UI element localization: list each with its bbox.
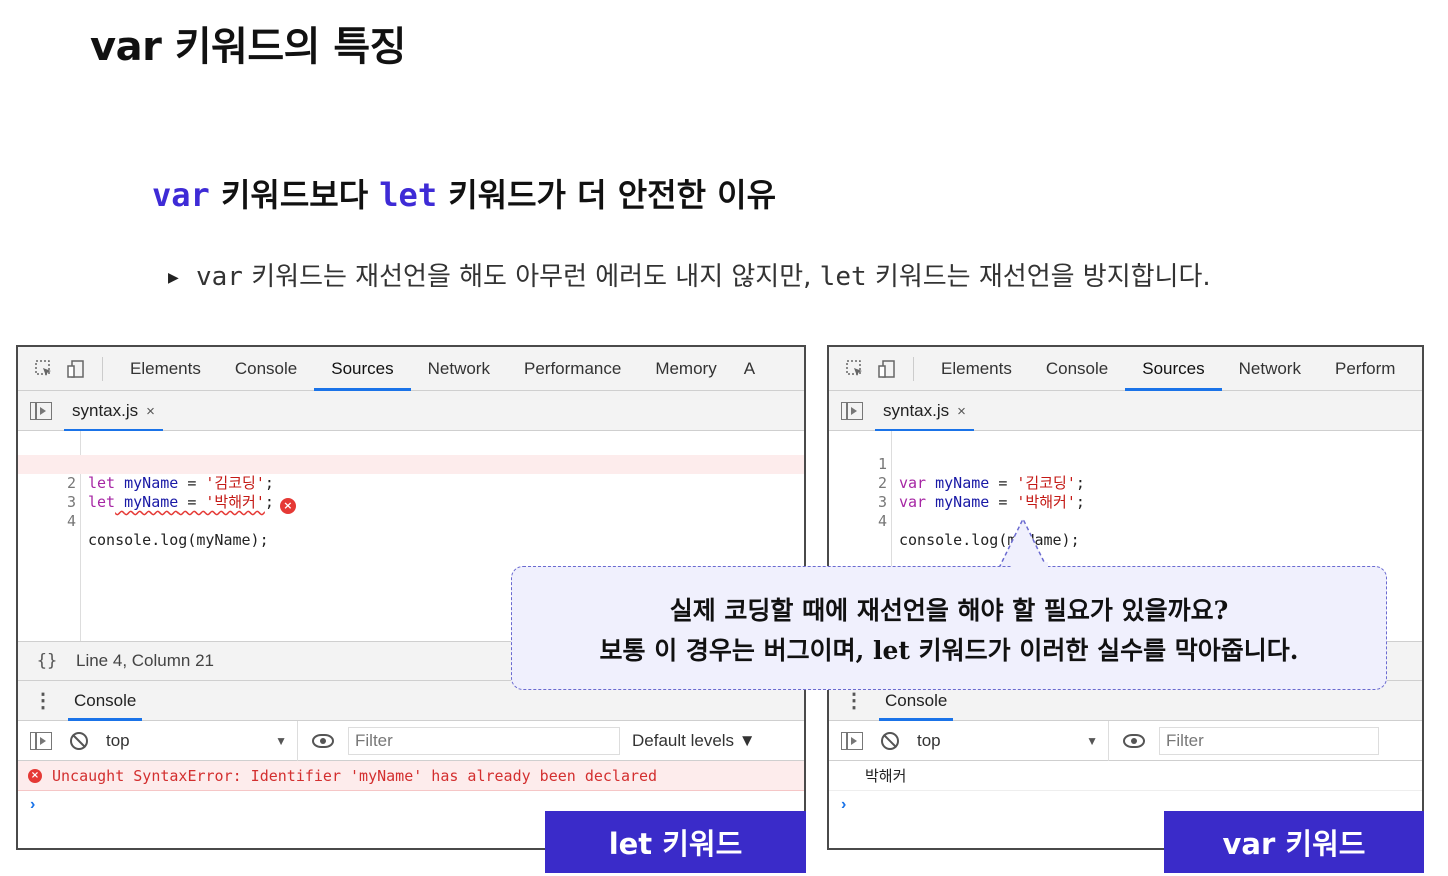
subtitle-text-end: 키워드가 더 안전한 이유 [437, 176, 777, 214]
code-line: 2 var myName = '박해커'; [829, 455, 1422, 511]
context-value: top [917, 730, 941, 750]
filter-input[interactable]: Filter [1159, 726, 1379, 755]
more-options-icon[interactable]: ⋮ [18, 688, 68, 713]
close-icon[interactable]: × [957, 403, 966, 420]
tab-sources[interactable]: Sources [1125, 347, 1223, 391]
code-line: 4 console.log(myName); [18, 493, 804, 549]
subtitle-text-mid: 키워드보다 [209, 176, 380, 214]
clear-console-icon [881, 731, 899, 750]
subtitle-keyword-var: var [152, 176, 210, 214]
slide-subtitle: var 키워드보다 let 키워드가 더 안전한 이유 [152, 170, 776, 216]
code-line: 1 var myName = '김코딩'; [829, 436, 1422, 492]
file-tab-label: syntax.js [72, 400, 139, 420]
context-selector[interactable]: top ▼ [98, 720, 298, 761]
file-tab-syntax-js[interactable]: syntax.js × [64, 391, 163, 431]
tab-console[interactable]: Console [218, 347, 314, 391]
tab-elements[interactable]: Elements [113, 347, 218, 391]
bullet-text-end: 키워드는 재선언을 방지합니다. [866, 262, 1211, 292]
console-toolbar: top ▼ Filter Default levels ▼ [18, 720, 804, 761]
cursor-position: Line 4, Column 21 [76, 651, 214, 670]
sidebar-toggle[interactable] [833, 731, 871, 750]
code-line: 4 console.log(myName); [829, 493, 1422, 549]
line-number: 4 [66, 512, 76, 530]
navigator-toggle-icon [30, 731, 52, 750]
close-icon[interactable]: × [146, 403, 155, 420]
log-levels-dropdown[interactable]: Default levels ▼ [632, 731, 756, 751]
tab-application-truncated[interactable]: A [734, 347, 765, 391]
filter-input[interactable]: Filter [348, 726, 620, 755]
context-value: top [106, 730, 130, 750]
bullet-point: ▶ var 키워드는 재선언을 해도 아무런 에러도 내지 않지만, let 키워… [168, 256, 1211, 293]
bullet-text-mid: 키워드는 재선언을 해도 아무런 에러도 내지 않지만, [242, 262, 820, 292]
code-text: console.log(myName); [88, 531, 269, 549]
drawer-tab-console[interactable]: Console [68, 681, 143, 721]
bullet-keyword-var: var [196, 262, 243, 292]
callout-line-1: 실제 코딩할 때에 재선언을 해야 할 필요가 있을까요? [669, 596, 1229, 625]
chevron-down-icon: ▼ [1086, 733, 1098, 748]
toolbar-divider [913, 356, 914, 381]
console-error-message: × Uncaught SyntaxError: Identifier 'myNa… [18, 761, 804, 791]
bullet-keyword-let: let [819, 262, 867, 292]
chevron-down-icon: ▼ [275, 733, 287, 748]
pretty-print-icon[interactable]: {} [18, 651, 76, 671]
toolbar-divider [102, 356, 103, 381]
device-toolbar-icon[interactable] [60, 347, 92, 391]
console-toolbar: top ▼ Filter [829, 720, 1422, 761]
navigator-toggle-icon [841, 731, 863, 750]
clear-console-button[interactable] [871, 731, 909, 750]
live-expression-icon[interactable] [312, 733, 334, 748]
navigator-toggle-icon[interactable] [30, 401, 52, 420]
devtools-tabbar: Elements Console Sources Network Perform… [18, 347, 804, 391]
console-log-output: 박해커 [829, 761, 1422, 791]
callout-box: 실제 코딩할 때에 재선언을 해야 할 필요가 있을까요? 보통 이 경우는 버… [511, 566, 1387, 690]
live-expression-icon[interactable] [1123, 733, 1145, 748]
line-number: 4 [877, 512, 887, 530]
tab-console[interactable]: Console [1029, 347, 1125, 391]
inspect-element-icon[interactable] [839, 347, 871, 391]
tab-performance-truncated[interactable]: Perform [1318, 347, 1395, 391]
tab-memory[interactable]: Memory [638, 347, 733, 391]
clear-console-button[interactable] [60, 731, 98, 750]
error-text: Uncaught SyntaxError: Identifier 'myName… [52, 766, 658, 785]
tab-elements[interactable]: Elements [924, 347, 1029, 391]
code-line: 3 [829, 474, 1422, 511]
code-line: 3 [18, 474, 804, 511]
tab-network[interactable]: Network [411, 347, 507, 391]
let-keyword-badge: let 키워드 [545, 811, 806, 873]
navigator-toggle-icon[interactable] [841, 401, 863, 420]
file-tabbar: syntax.js × [18, 391, 804, 431]
file-tab-label: syntax.js [883, 400, 950, 420]
tab-performance[interactable]: Performance [507, 347, 638, 391]
devtools-tabbar: Elements Console Sources Network Perform [829, 347, 1422, 391]
inspect-element-icon[interactable] [28, 347, 60, 391]
file-tabbar: syntax.js × [829, 391, 1422, 431]
code-line-error: 2 let myName = '박해커'; × [18, 455, 804, 514]
sidebar-toggle[interactable] [22, 731, 60, 750]
clear-console-icon [70, 731, 88, 750]
more-options-icon[interactable]: ⋮ [829, 688, 879, 713]
error-icon: × [28, 768, 42, 783]
bullet-marker: ▶ [168, 269, 179, 286]
code-line: 1 let myName = '김코딩'; [18, 436, 804, 492]
callout-pointer-joint [1012, 562, 1048, 570]
callout-line-2: 보통 이 경우는 버그이며, let 키워드가 이러한 실수를 막아줍니다. [599, 636, 1299, 665]
slide-title: var 키워드의 특징 [90, 24, 406, 70]
var-keyword-badge: var 키워드 [1164, 811, 1424, 873]
device-toolbar-icon[interactable] [871, 347, 903, 391]
tab-sources[interactable]: Sources [314, 347, 412, 391]
tab-network[interactable]: Network [1222, 347, 1318, 391]
subtitle-keyword-let: let [379, 176, 438, 214]
context-selector[interactable]: top ▼ [909, 720, 1109, 761]
file-tab-syntax-js[interactable]: syntax.js × [875, 391, 974, 431]
